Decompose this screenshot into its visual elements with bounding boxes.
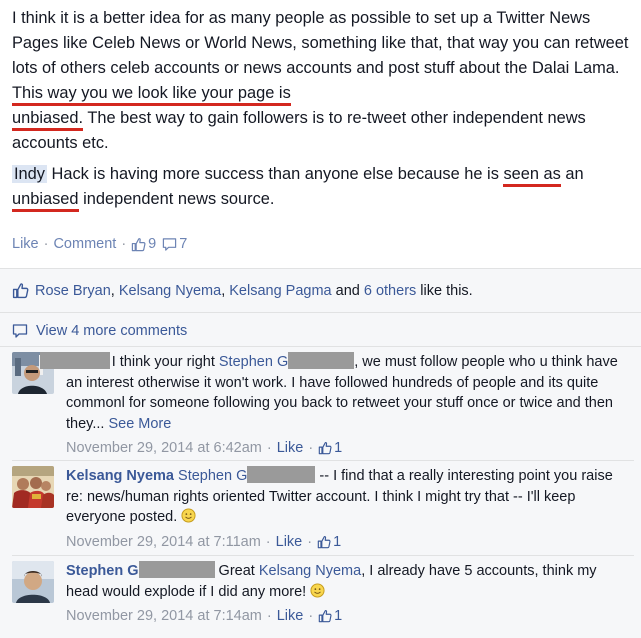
comment-timestamp[interactable]: November 29, 2014 at 7:11am — [66, 532, 261, 552]
redaction-block — [39, 352, 110, 369]
post-text-segment: an — [560, 165, 584, 183]
divider — [12, 555, 634, 556]
like-suffix: like this. — [416, 282, 473, 299]
comment-body: Kelsang Nyema Stephen G -- I find that a… — [66, 466, 626, 552]
mentioned-user[interactable]: Stephen G — [178, 468, 247, 484]
comment-author[interactable]: Kelsang Nyema — [66, 468, 174, 484]
like-count-value: 9 — [148, 236, 157, 252]
thumbs-up-icon — [12, 283, 29, 299]
avatar[interactable] — [12, 561, 54, 603]
post: I think it is a better idea for as many … — [0, 0, 641, 268]
comment-body: SiI think your right Stephen G, we must … — [39, 352, 626, 458]
and-text: and — [331, 282, 364, 299]
thumbs-up-icon — [318, 610, 332, 623]
underlined-phrase: unbiased. — [12, 109, 84, 131]
comment-count[interactable]: 7 — [162, 236, 187, 252]
post-paragraph-2: Indy Hack is having more success than an… — [12, 162, 634, 212]
comment-meta: November 29, 2014 at 7:14am · Like · 1 — [66, 606, 626, 626]
comment-like-link[interactable]: Like — [276, 532, 303, 552]
like-count[interactable]: 9 — [131, 236, 156, 252]
comment-meta: November 29, 2014 at 6:42am · Like · 1 — [66, 438, 626, 458]
underlined-phrase: This way you we look like your page is — [12, 84, 291, 106]
divider — [0, 268, 641, 269]
comment-like-count[interactable]: 1 — [334, 606, 342, 626]
comment-text-segment: I think your right — [111, 354, 219, 370]
redaction-block — [138, 561, 215, 578]
comma: , — [110, 282, 119, 299]
comment-like-link[interactable]: Like — [277, 606, 304, 626]
redaction-block — [247, 466, 316, 483]
mentioned-user[interactable]: Kelsang Nyema — [259, 563, 361, 579]
separator: · — [308, 608, 314, 625]
separator: · — [43, 236, 49, 252]
comment-text: Kelsang Nyema Stephen G -- I find that a… — [66, 466, 626, 528]
comment-timestamp[interactable]: November 29, 2014 at 7:14am — [66, 606, 262, 626]
thumbs-up-icon — [131, 237, 146, 251]
see-more-link[interactable]: See More — [108, 416, 171, 432]
divider — [12, 460, 634, 461]
post-actions: Like · Comment · 9 7 — [12, 236, 193, 252]
smiley-emoji-icon — [181, 508, 196, 523]
separator: · — [265, 533, 271, 550]
comment-timestamp[interactable]: November 29, 2014 at 6:42am — [66, 438, 262, 458]
post-paragraph-1: I think it is a better idea for as many … — [12, 6, 634, 156]
comment-text: SiI think your right Stephen G, we must … — [39, 352, 626, 434]
like-link[interactable]: Like — [12, 236, 39, 252]
comment-like-count[interactable]: 1 — [334, 438, 342, 458]
separator: · — [121, 236, 127, 252]
underlined-phrase: unbiased — [12, 190, 79, 212]
smiley-emoji-icon — [310, 583, 325, 598]
mentioned-user[interactable]: Stephen G — [219, 354, 288, 370]
liker-name[interactable]: Rose Bryan — [35, 283, 111, 299]
tagged-name[interactable]: Indy — [12, 165, 47, 183]
separator: · — [308, 440, 314, 457]
separator: · — [266, 608, 272, 625]
comment-count-value: 7 — [179, 236, 188, 252]
post-text-segment: independent news source. — [78, 190, 275, 208]
comment-bubble-icon — [12, 324, 28, 338]
divider — [0, 312, 641, 313]
comment-link[interactable]: Comment — [53, 236, 116, 252]
post-text: I think it is a better idea for as many … — [12, 6, 634, 212]
comment-body: Stephen G Great Kelsang Nyema, I already… — [66, 561, 626, 626]
comment-bubble-icon — [163, 237, 177, 251]
underlined-phrase: seen as — [503, 165, 561, 187]
redaction-block — [288, 352, 355, 369]
post-text-segment: The best way to gain followers is to re-… — [12, 109, 586, 152]
comment-author[interactable]: Stephen G — [66, 563, 139, 579]
comment-text-segment: Great — [214, 563, 259, 579]
view-more-label: View 4 more comments — [36, 323, 188, 339]
comment-meta: November 29, 2014 at 7:11am · Like · 1 — [66, 532, 626, 552]
thumbs-up-icon — [318, 442, 332, 455]
feedback-section: Rose Bryan, Kelsang Nyema, Kelsang Pagma… — [0, 268, 641, 638]
view-more-comments[interactable]: View 4 more comments — [12, 323, 187, 339]
comment-like-count[interactable]: 1 — [333, 532, 341, 552]
post-text-segment: Hack is having more success than anyone … — [46, 165, 504, 183]
divider — [0, 346, 641, 347]
post-text-segment: I think it is a better idea for as many … — [12, 9, 629, 77]
likes-summary: Rose Bryan, Kelsang Nyema, Kelsang Pagma… — [12, 282, 473, 299]
thumbs-up-icon — [317, 535, 331, 549]
separator: · — [266, 440, 272, 457]
avatar[interactable] — [12, 466, 54, 508]
separator: · — [307, 533, 313, 550]
comma: , — [221, 282, 230, 299]
liker-name[interactable]: Kelsang Nyema — [119, 283, 221, 299]
others-link[interactable]: 6 others — [364, 283, 416, 299]
liker-name[interactable]: Kelsang Pagma — [229, 283, 331, 299]
comment-like-link[interactable]: Like — [277, 438, 304, 458]
comment-text: Stephen G Great Kelsang Nyema, I already… — [66, 561, 626, 602]
